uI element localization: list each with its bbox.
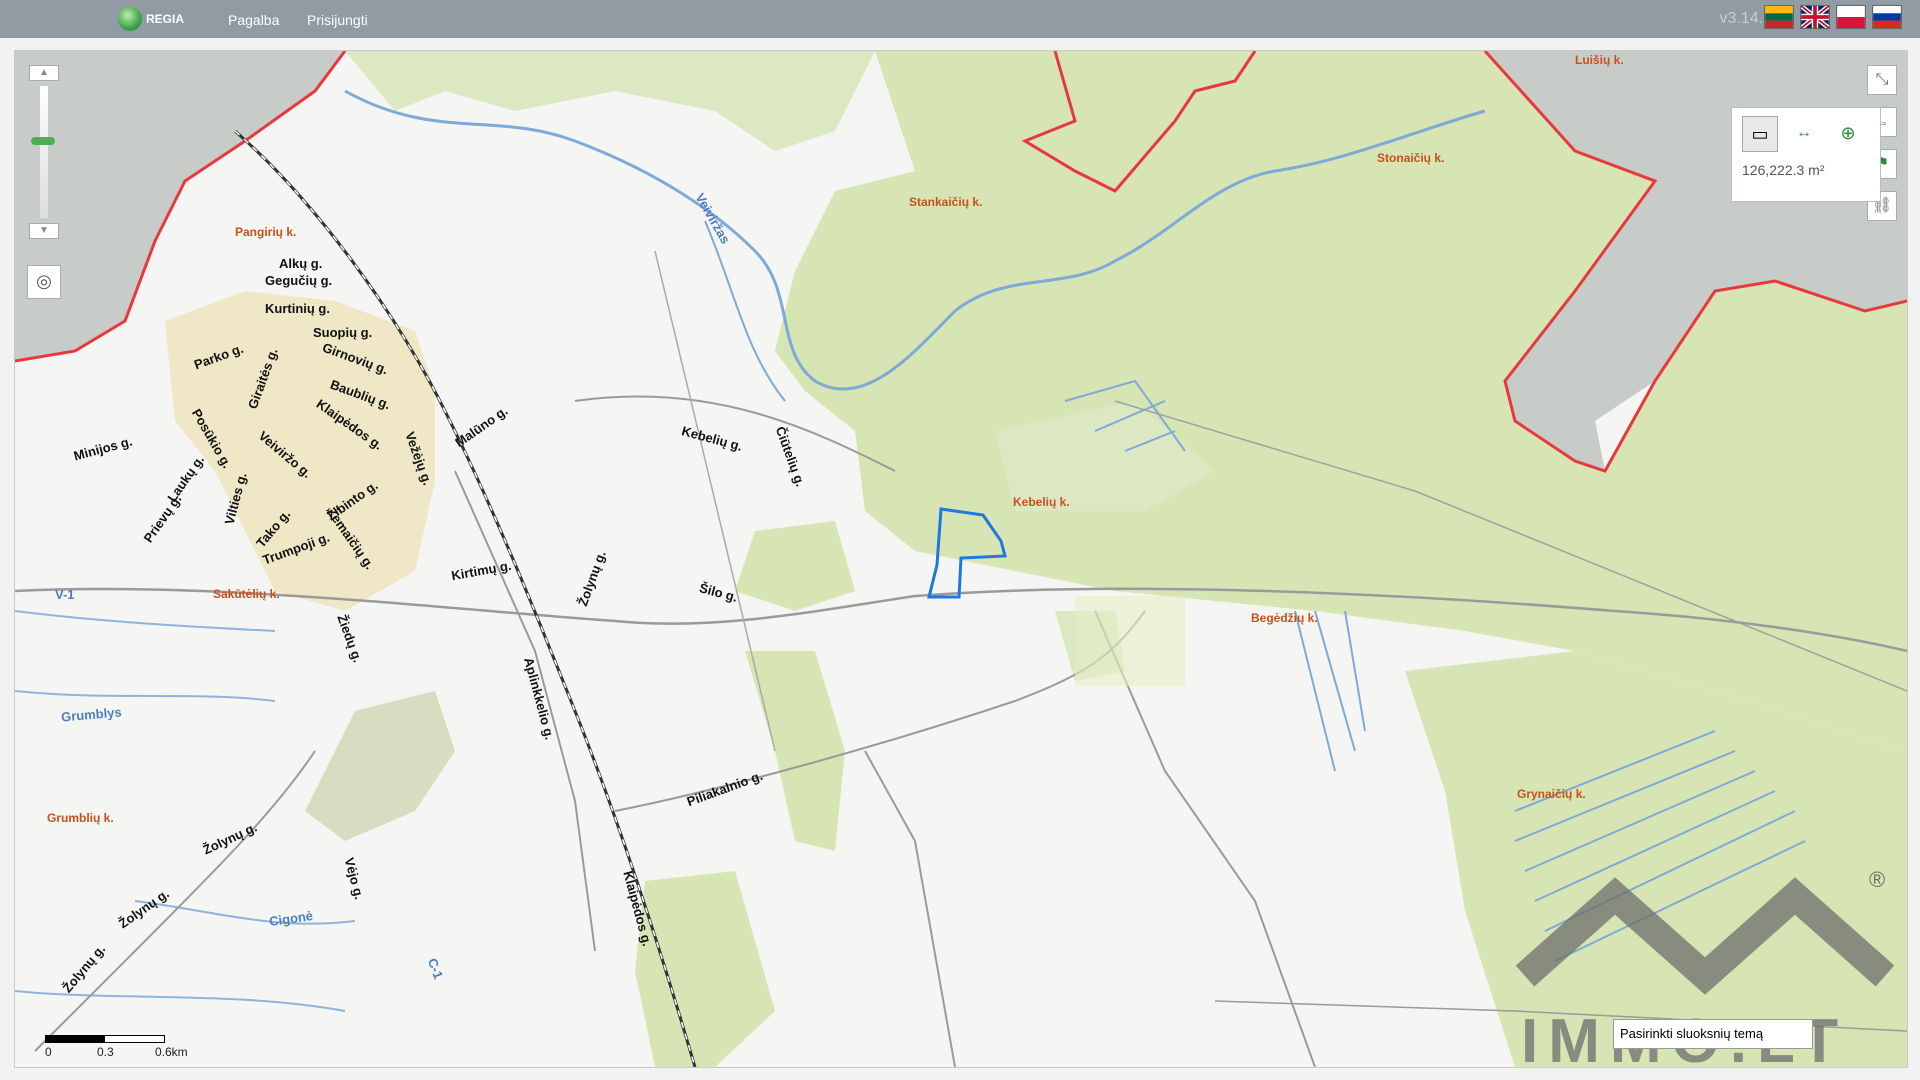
road-label: Suopių g. <box>313 325 373 340</box>
russia-flag-icon[interactable] <box>1872 5 1902 29</box>
login-link[interactable]: Prisijungti <box>307 12 368 28</box>
area-measure-icon[interactable]: ▭ <box>1742 116 1778 152</box>
village-label: Stonaičių k. <box>1377 151 1445 165</box>
map-canvas[interactable]: Alkų g. Gegučių g. Kurtinių g. Suopių g.… <box>14 50 1908 1068</box>
help-link[interactable]: Pagalba <box>228 12 279 28</box>
channel-label: V-1 <box>55 587 75 602</box>
poland-flag-icon[interactable] <box>1836 5 1866 29</box>
measure-panel: ▭ ↔ ⊕ 126,222.3 m² <box>1731 107 1881 202</box>
zoom-slider-handle[interactable] <box>31 137 55 145</box>
village-label: Sakūtėlių k. <box>213 587 280 601</box>
zoom-in-button[interactable]: ▲ <box>29 65 59 81</box>
village-label: Begėdžių k. <box>1251 611 1318 625</box>
zoom-out-button[interactable]: ▼ <box>29 223 59 239</box>
layer-theme-select[interactable]: Pasirinkti sluoksnių temą <box>1613 1019 1813 1049</box>
lithuania-flag-icon[interactable] <box>1764 5 1794 29</box>
village-label: Kebelių k. <box>1013 495 1070 509</box>
distance-measure-icon[interactable]: ↔ <box>1786 116 1822 152</box>
app-name: REGIA <box>146 12 185 26</box>
road-label: Kurtinių g. <box>265 301 330 316</box>
scale-tick: 0 <box>45 1045 52 1059</box>
road-label: Gegučių g. <box>265 273 333 288</box>
zoom-slider-track[interactable] <box>39 85 49 219</box>
registered-icon: ® <box>1869 867 1886 892</box>
village-label: Grumblių k. <box>47 811 114 825</box>
village-label: Grynaičių k. <box>1517 787 1586 801</box>
road-label: Alkų g. <box>279 256 323 271</box>
area-value: 126,222.3 m² <box>1742 162 1825 178</box>
regia-logo[interactable]: REGIA <box>118 6 184 32</box>
locate-icon[interactable]: ◎ <box>27 265 61 299</box>
regia-logo-icon <box>118 7 142 31</box>
fullscreen-icon[interactable]: ⤡ <box>1867 65 1897 95</box>
top-bar: REGIA Pagalba Prisijungti v3.14.3 <box>0 0 1920 38</box>
village-label: Pangirių k. <box>235 225 297 239</box>
village-label: Luišių k. <box>1575 53 1624 67</box>
coordinate-icon[interactable]: ⊕ <box>1830 116 1866 152</box>
scale-tick: 0.6km <box>155 1045 188 1059</box>
uk-flag-icon[interactable] <box>1800 5 1830 29</box>
scale-bar <box>45 1035 165 1043</box>
village-label: Stankaičių k. <box>909 195 983 209</box>
scale-tick: 0.3 <box>97 1045 114 1059</box>
